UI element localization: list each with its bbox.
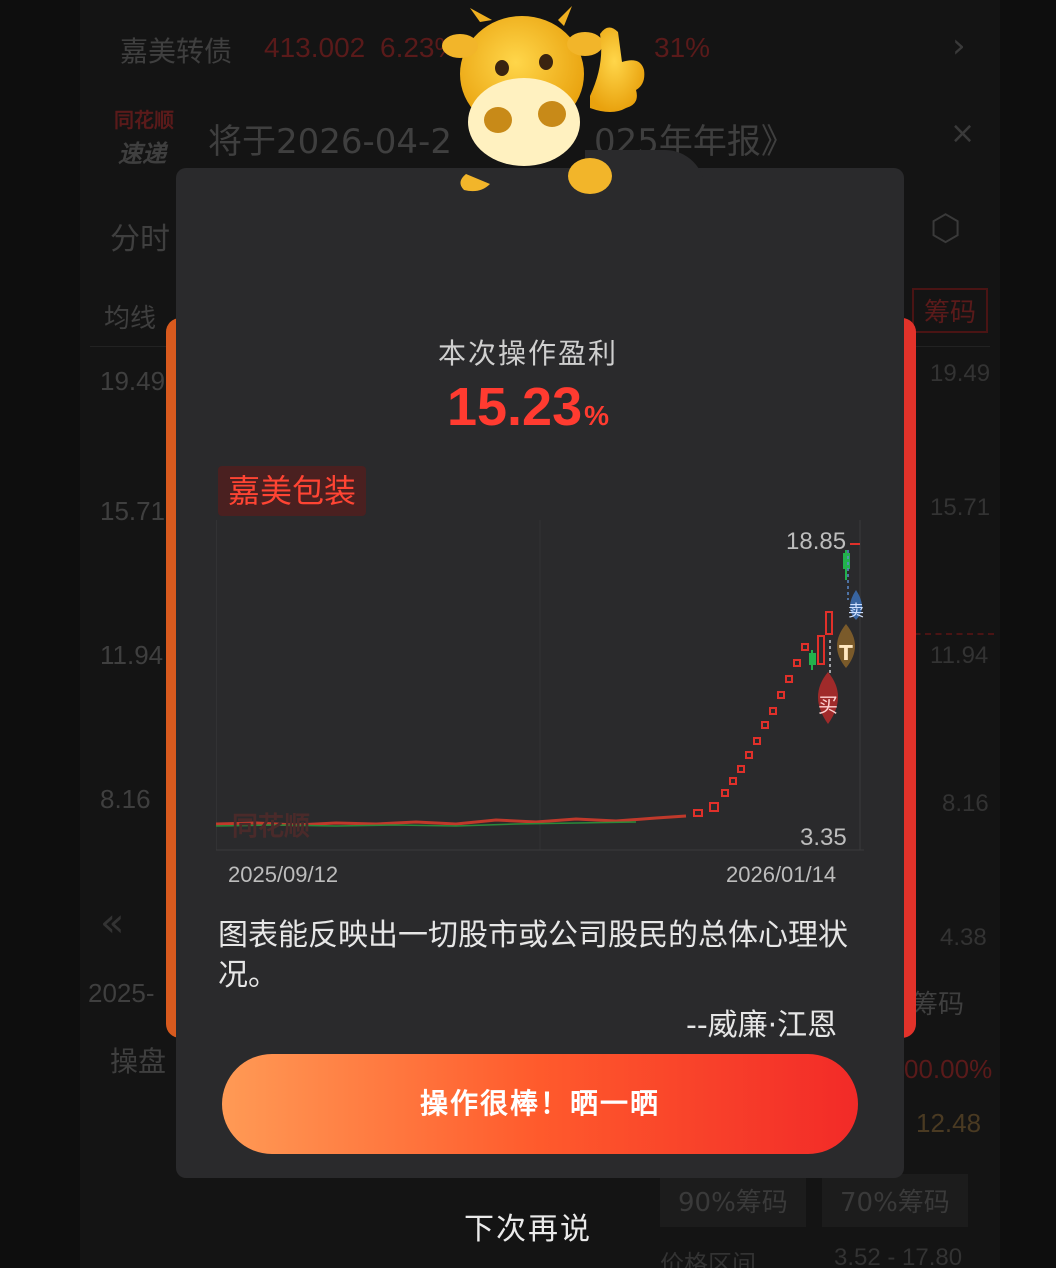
share-button[interactable]: 操作很棒！晒一晒: [222, 1054, 858, 1154]
left-axis-label: 11.94: [100, 640, 164, 670]
quote-text: 图表能反映出一切股市或公司股民的总体心理状况。: [218, 918, 848, 993]
watermark-logo: 同花顺: [232, 812, 311, 842]
sell-marker-label: 卖: [848, 601, 864, 620]
date-start-label: 2025/09/12: [228, 862, 339, 887]
profit-value: 15.23%: [0, 376, 1056, 438]
close-icon[interactable]: ×: [950, 116, 975, 151]
chevron-right-icon[interactable]: ›: [952, 26, 966, 66]
percent-value: 00.00%: [904, 1054, 993, 1084]
right-axis-label: 8.16: [942, 790, 989, 817]
ticker-price: 413.002: [264, 32, 366, 63]
stock-name-tag: 嘉美包装: [218, 466, 367, 516]
profit-unit: %: [584, 400, 610, 431]
operate-label-partial[interactable]: 操盘: [110, 1040, 166, 1080]
quote-author: --威廉·江恩: [686, 1008, 838, 1043]
price-dashed-line: [904, 633, 994, 635]
price-high-label: 18.85: [786, 528, 847, 555]
ticker-name: 嘉美转债: [120, 35, 233, 68]
candles-rising: [693, 611, 833, 817]
right-axis-label: 15.71: [930, 494, 991, 521]
rewind-icon[interactable]: «: [100, 900, 124, 946]
profit-label: 本次操作盈利: [437, 337, 618, 370]
settings-hexagon-icon[interactable]: ⬡: [930, 208, 961, 249]
buy-marker-label: 买: [818, 693, 838, 717]
bull-mascot-icon: [442, 6, 645, 194]
right-axis-label: 11.94: [930, 642, 989, 669]
dismiss-link[interactable]: 下次再说: [0, 1204, 1056, 1248]
price-trend-chart: 卖 T 买: [216, 520, 864, 851]
right-axis-label: 4.38: [940, 924, 987, 951]
price-low-label: 3.35: [800, 824, 847, 851]
left-axis-label: 15.71: [100, 496, 166, 526]
date-label-partial: 2025-: [88, 978, 155, 1008]
date-end-label: 2026/01/14: [726, 862, 837, 887]
chips-label-partial: 筹码: [912, 990, 965, 1020]
brand-logo-bottom: 速递: [118, 140, 166, 168]
brand-logo-top: 同花顺: [114, 108, 174, 132]
ma-label[interactable]: 均线: [104, 298, 156, 335]
t-marker-label: T: [839, 641, 853, 665]
profit-number: 15.23: [446, 377, 583, 437]
left-axis-label: 8.16: [100, 784, 151, 814]
notice-text-left: 将于2026-04-2: [208, 122, 452, 162]
price-value: 12.48: [916, 1108, 982, 1138]
chips-tab[interactable]: 筹码: [912, 288, 989, 333]
tab-timeshare[interactable]: 分时: [110, 214, 170, 258]
ticker-change-tail: 31%: [654, 32, 711, 63]
